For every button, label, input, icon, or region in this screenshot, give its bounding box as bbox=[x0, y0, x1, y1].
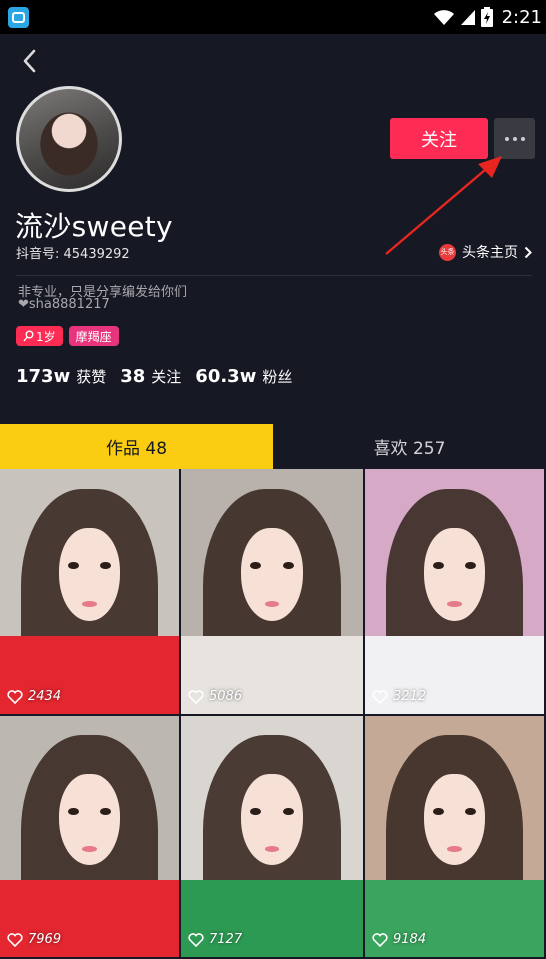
like-count: 7969 bbox=[7, 932, 61, 947]
status-bar: 2:21 bbox=[0, 0, 546, 34]
heart-icon bbox=[372, 689, 388, 704]
video-thumbnail[interactable]: 7127 bbox=[181, 716, 365, 959]
more-icon bbox=[504, 136, 509, 141]
likes-count: 173w bbox=[16, 366, 71, 387]
heart-icon bbox=[7, 689, 23, 704]
like-count-label: 2434 bbox=[28, 689, 62, 704]
zodiac-tag: 摩羯座 bbox=[68, 326, 119, 346]
chevron-right-icon bbox=[524, 246, 532, 258]
followers-count: 60.3w bbox=[195, 366, 257, 387]
content-tabs: 作品 48 喜欢 257 bbox=[0, 424, 546, 469]
toutiao-label: 头条主页 bbox=[462, 245, 518, 261]
tab-works[interactable]: 作品 48 bbox=[0, 424, 273, 469]
likes-stat[interactable]: 173w 获赞 bbox=[16, 366, 106, 387]
heart-icon bbox=[7, 932, 23, 947]
back-button[interactable] bbox=[14, 46, 44, 76]
followers-label: 粉丝 bbox=[262, 368, 293, 386]
like-count: 5086 bbox=[188, 689, 242, 704]
following-stat[interactable]: 38 关注 bbox=[120, 366, 181, 387]
profile-tags: 1岁 摩羯座 bbox=[16, 326, 119, 346]
like-count-label: 7127 bbox=[209, 932, 243, 947]
heart-icon bbox=[372, 932, 388, 947]
video-grid: 2434 5086 3212 7969 7127 9184 bbox=[0, 469, 546, 959]
like-count-label: 3212 bbox=[393, 689, 427, 704]
following-label: 关注 bbox=[151, 368, 182, 386]
age-tag: 1岁 bbox=[16, 326, 63, 346]
like-count-label: 7969 bbox=[28, 932, 62, 947]
divider bbox=[16, 275, 532, 276]
toutiao-logo: 头条 bbox=[439, 243, 456, 261]
like-count: 2434 bbox=[7, 689, 61, 704]
video-thumbnail[interactable]: 7969 bbox=[0, 716, 181, 959]
tab-likes[interactable]: 喜欢 257 bbox=[273, 424, 546, 469]
heart-icon bbox=[188, 689, 204, 704]
like-count: 9184 bbox=[372, 932, 426, 947]
like-count: 7127 bbox=[188, 932, 242, 947]
video-thumbnail[interactable]: 2434 bbox=[0, 469, 181, 716]
heart-icon bbox=[188, 932, 204, 947]
likes-label: 获赞 bbox=[76, 368, 107, 386]
signal-icon bbox=[460, 10, 475, 25]
bio-contact: ❤sha8881217 bbox=[18, 297, 110, 312]
followers-stat[interactable]: 60.3w 粉丝 bbox=[195, 366, 292, 387]
wifi-icon bbox=[433, 10, 454, 25]
video-thumbnail[interactable]: 3212 bbox=[365, 469, 546, 716]
following-count: 38 bbox=[120, 366, 146, 387]
female-icon bbox=[23, 330, 34, 342]
like-count-label: 5086 bbox=[209, 689, 243, 704]
age-tag-label: 1岁 bbox=[36, 329, 56, 344]
status-icons: 2:21 bbox=[433, 4, 542, 30]
video-thumbnail[interactable]: 5086 bbox=[181, 469, 365, 716]
zodiac-tag-label: 摩羯座 bbox=[75, 329, 112, 344]
like-count: 3212 bbox=[372, 689, 426, 704]
status-time: 2:21 bbox=[501, 6, 542, 28]
battery-icon bbox=[480, 7, 493, 27]
nickname: 流沙sweety bbox=[15, 210, 173, 243]
chevron-left-icon bbox=[23, 49, 36, 73]
toutiao-homepage-link[interactable]: 头条 头条主页 bbox=[439, 241, 532, 263]
douyin-id: 抖音号: 45439292 bbox=[16, 247, 130, 262]
app-icon bbox=[8, 7, 29, 28]
avatar[interactable] bbox=[16, 86, 122, 192]
profile-stats: 173w 获赞 38 关注 60.3w 粉丝 bbox=[16, 366, 292, 387]
video-thumbnail[interactable]: 9184 bbox=[365, 716, 546, 959]
like-count-label: 9184 bbox=[393, 932, 427, 947]
